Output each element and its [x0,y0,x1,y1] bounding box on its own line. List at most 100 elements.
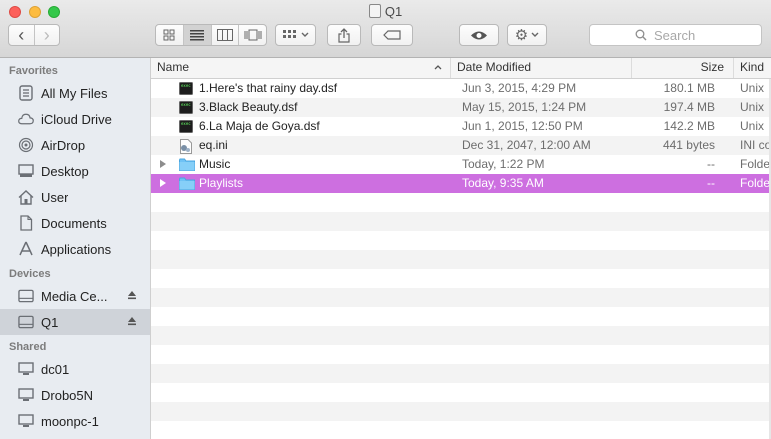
desktop-icon [18,163,34,179]
sidebar-item-label: Desktop [41,163,89,179]
file-name-cell: Playlists [179,174,451,193]
name-column-label: Name [157,60,190,74]
sidebar-item-icloud-drive[interactable]: iCloud Drive [0,106,150,132]
icon-view-button[interactable] [156,25,184,45]
kind-column-header[interactable]: Kind [734,58,771,78]
empty-row [151,402,771,421]
file-name-cell: eq.ini [179,136,451,155]
favorites-header: Favorites [9,65,58,77]
drive-icon [18,288,34,304]
file-size: 142.2 MB [663,119,715,133]
action-button[interactable]: ⚙ [507,24,547,46]
sidebar-item-airdrop[interactable]: AirDrop [0,132,150,158]
ini-file-icon [179,138,195,154]
cloud-icon [18,111,34,127]
favorites-list: All My Files iCloud Drive AirDrop Desktop Us… [0,80,150,262]
empty-row [151,269,771,288]
quick-look-button[interactable] [459,24,499,46]
sidebar-item-desktop[interactable]: Desktop [0,158,150,184]
sidebar-item-label: All My Files [41,85,108,101]
folder-icon [179,177,195,191]
file-size: 197.4 MB [663,100,715,114]
computer-icon [18,361,34,377]
toolbar: Q1 ‹ › ⚙ Search [0,0,771,58]
forward-button[interactable]: › [35,25,60,45]
column-view-button[interactable] [212,25,240,45]
back-button[interactable]: ‹ [9,25,34,45]
file-row[interactable]: exec 6.La Maja de Goya.dsf Jun 1, 2015, 12… [151,117,771,136]
empty-row [151,193,771,212]
file-date: Jun 1, 2015, 12:50 PM [462,119,583,133]
file-row[interactable]: Playlists Today, 9:35 AM -- Folde [151,174,771,193]
sidebar-item-user[interactable]: User [0,184,150,210]
file-name-cell: Music [179,155,451,174]
empty-row [151,250,771,269]
file-date: Today, 1:22 PM [462,157,545,171]
disclosure-triangle-icon[interactable] [160,179,166,187]
empty-row [151,231,771,250]
computer-icon [18,387,34,403]
file-row[interactable]: eq.ini Dec 31, 2047, 12:00 AM 441 bytes INI… [151,136,771,155]
svg-text:exec: exec [181,121,191,126]
sidebar-item-label: Applications [41,241,112,257]
sidebar-item-label: iCloud Drive [41,111,112,127]
file-name: 1.Here's that rainy day.dsf [199,81,338,95]
sidebar-item-moonpc-1[interactable]: moonpc-1 [0,408,150,434]
empty-row [151,288,771,307]
share-button[interactable] [327,24,361,46]
sort-ascending-icon [434,65,442,70]
executable-file-icon: exec [179,100,195,115]
gear-icon: ⚙ [514,26,529,44]
file-kind: Unix [740,100,765,114]
shared-list: dc01 Drobo5N moonpc-1 [0,356,150,434]
file-name: eq.ini [199,138,228,152]
search-icon [635,29,647,41]
file-kind: Folde [740,176,771,190]
svg-text:exec: exec [181,102,191,107]
sidebar-item-all-my-files[interactable]: All My Files [0,80,150,106]
search-field[interactable] [589,24,762,46]
tag-button[interactable] [371,24,413,46]
sidebar-item-dc01[interactable]: dc01 [0,356,150,382]
cover-flow-button[interactable] [239,25,266,45]
file-list: Name Date Modified Size Kind exec 1.Here'… [151,58,771,439]
file-kind: Folde [740,157,771,171]
file-size: 441 bytes [662,138,715,152]
shared-header: Shared [9,341,47,353]
documents-icon [18,215,34,231]
sidebar-item-label: Drobo5N [41,387,94,403]
file-name: 3.Black Beauty.dsf [199,100,298,114]
file-name-cell: exec 6.La Maja de Goya.dsf [179,117,451,136]
window-title: Q1 [0,4,771,19]
arrange-button[interactable] [275,24,316,46]
date-column-header[interactable]: Date Modified [451,58,632,78]
sidebar-item-drobo5n[interactable]: Drobo5N [0,382,150,408]
name-column-header[interactable]: Name [151,58,451,78]
drive-icon [368,4,381,18]
sidebar-item-documents[interactable]: Documents [0,210,150,236]
file-row[interactable]: exec 1.Here's that rainy day.dsf Jun 3, 20… [151,79,771,98]
navigation-buttons: ‹ › [8,24,60,46]
sidebar: Favorites All My Files iCloud Drive AirDro… [0,58,151,439]
executable-file-icon: exec [179,119,195,134]
list-view-button[interactable] [183,25,212,45]
file-row[interactable]: exec 3.Black Beauty.dsf May 15, 2015, 1:24… [151,98,771,117]
chevron-down-icon [531,32,539,37]
sidebar-item-applications[interactable]: Applications [0,236,150,262]
empty-row [151,383,771,402]
file-name-cell: exec 1.Here's that rainy day.dsf [179,79,451,98]
size-column-header[interactable]: Size [632,58,734,78]
sidebar-item-label: moonpc-1 [41,413,99,429]
devices-header: Devices [9,268,51,280]
sidebar-item-q1[interactable]: Q1 [0,309,150,335]
home-icon [18,189,34,205]
arrange-grid-icon [282,30,296,38]
file-row[interactable]: Music Today, 1:22 PM -- Folde [151,155,771,174]
sidebar-item-media-ce[interactable]: Media Ce... [0,283,150,309]
file-date: Today, 9:35 AM [462,176,544,190]
search-input[interactable] [652,26,716,44]
empty-row [151,345,771,364]
disclosure-triangle-icon[interactable] [160,160,166,168]
sidebar-item-label: Q1 [41,314,59,330]
finder-window: Q1 ‹ › ⚙ Search Favorites All My Files i… [0,0,771,439]
